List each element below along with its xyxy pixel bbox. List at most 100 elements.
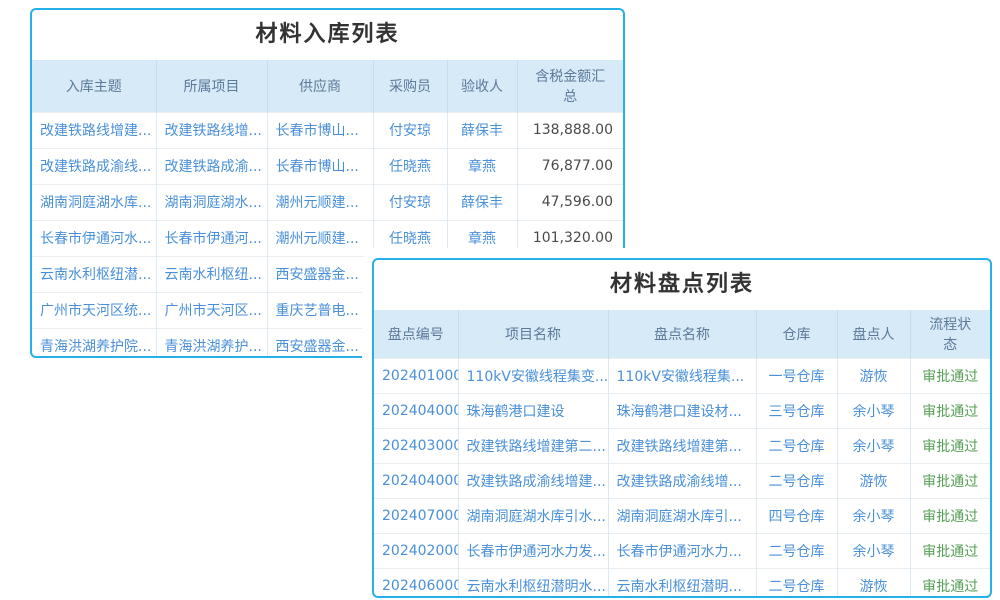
table-cell[interactable]: 审批通过 <box>910 394 990 429</box>
table-row[interactable]: 湖南洞庭湖水库...湖南洞庭湖水...潮州元顺建...付安琼薛保丰47,596.… <box>32 184 623 220</box>
table-cell: 付安琼 <box>373 184 447 220</box>
column-header: 采购员 <box>373 60 447 112</box>
table-cell: 改建铁路成渝线增... <box>608 464 756 499</box>
table-cell: 2024070001 <box>374 499 458 534</box>
table-cell: 广州市天河区... <box>156 292 267 328</box>
table-cell: 改建铁路成渝... <box>156 148 267 184</box>
table-cell: 薛保丰 <box>447 184 517 220</box>
column-header: 盘点编号 <box>374 310 458 359</box>
table-row[interactable]: 2024020005长春市伊通河水力发...长春市伊通河水力...二号仓库余小琴… <box>374 534 990 569</box>
table-cell[interactable]: 审批通过 <box>910 534 990 569</box>
table-cell: 余小琴 <box>837 394 910 429</box>
table-cell: 二号仓库 <box>756 429 837 464</box>
inbound-list-title: 材料入库列表 <box>32 10 623 60</box>
table-cell: 改建铁路线增建第二... <box>458 429 608 464</box>
table-cell: 三号仓库 <box>756 394 837 429</box>
table-cell[interactable]: 审批通过 <box>910 464 990 499</box>
table-row[interactable]: 2024040001改建铁路成渝线增建...改建铁路成渝线增...二号仓库游恢审… <box>374 464 990 499</box>
table-cell: 47,596.00 <box>517 184 623 220</box>
table-cell: 青海洪湖养护... <box>156 328 267 358</box>
table-cell[interactable]: 审批通过 <box>910 499 990 534</box>
table-cell: 2024040001 <box>374 464 458 499</box>
column-header: 仓库 <box>756 310 837 359</box>
table-cell: 改建铁路成渝线增建... <box>458 464 608 499</box>
table-cell: 改建铁路线增建第... <box>608 429 756 464</box>
table-cell: 西安盛器金... <box>267 328 373 358</box>
column-header: 流程状态 <box>910 310 990 359</box>
table-cell: 重庆艺普电... <box>267 292 373 328</box>
table-cell: 2024040003 <box>374 394 458 429</box>
table-cell: 湖南洞庭湖水库引水... <box>458 499 608 534</box>
column-header: 验收人 <box>447 60 517 112</box>
stocktake-table: 盘点编号项目名称盘点名称仓库盘点人流程状态 2024010008110kV安徽线… <box>374 310 990 598</box>
table-row[interactable]: 长春市伊通河水...长春市伊通河...潮州元顺建...任晓燕章燕101,320.… <box>32 220 623 256</box>
table-cell: 珠海鹤港口建设材... <box>608 394 756 429</box>
table-cell: 101,320.00 <box>517 220 623 256</box>
table-cell: 2024030004 <box>374 429 458 464</box>
column-header: 所属项目 <box>156 60 267 112</box>
table-cell: 游恢 <box>837 569 910 599</box>
table-cell: 长春市伊通河... <box>156 220 267 256</box>
table-cell: 一号仓库 <box>756 359 837 394</box>
table-cell: 湖南洞庭湖水... <box>156 184 267 220</box>
column-header: 盘点名称 <box>608 310 756 359</box>
table-cell: 改建铁路线增... <box>156 112 267 148</box>
table-cell: 110kV安徽线程集... <box>608 359 756 394</box>
inbound-header-row: 入库主题所属项目供应商采购员验收人含税金额汇总 <box>32 60 623 112</box>
table-cell: 珠海鹤港口建设 <box>458 394 608 429</box>
table-cell: 广州市天河区统... <box>32 292 156 328</box>
table-cell: 2024060001 <box>374 569 458 599</box>
table-cell[interactable]: 审批通过 <box>910 569 990 599</box>
table-cell: 二号仓库 <box>756 569 837 599</box>
table-cell: 110kV安徽线程集变... <box>458 359 608 394</box>
table-cell: 章燕 <box>447 148 517 184</box>
table-cell: 云南水利枢纽潜明... <box>608 569 756 599</box>
table-cell: 潮州元顺建... <box>267 184 373 220</box>
table-cell: 游恢 <box>837 464 910 499</box>
table-cell: 四号仓库 <box>756 499 837 534</box>
table-row[interactable]: 改建铁路线增建...改建铁路线增...长春市博山...付安琼薛保丰138,888… <box>32 112 623 148</box>
table-row[interactable]: 2024060001云南水利枢纽潜明水...云南水利枢纽潜明...二号仓库游恢审… <box>374 569 990 599</box>
table-cell: 长春市博山... <box>267 112 373 148</box>
column-header: 入库主题 <box>32 60 156 112</box>
table-cell[interactable]: 审批通过 <box>910 429 990 464</box>
table-cell: 任晓燕 <box>373 148 447 184</box>
table-cell: 付安琼 <box>373 112 447 148</box>
table-row[interactable]: 2024030004改建铁路线增建第二...改建铁路线增建第...二号仓库余小琴… <box>374 429 990 464</box>
table-cell: 云南水利枢纽... <box>156 256 267 292</box>
table-cell: 章燕 <box>447 220 517 256</box>
table-cell: 改建铁路成渝线... <box>32 148 156 184</box>
table-cell: 薛保丰 <box>447 112 517 148</box>
table-cell: 余小琴 <box>837 499 910 534</box>
table-row[interactable]: 改建铁路成渝线...改建铁路成渝...长春市博山...任晓燕章燕76,877.0… <box>32 148 623 184</box>
table-cell: 76,877.00 <box>517 148 623 184</box>
stocktake-header-row: 盘点编号项目名称盘点名称仓库盘点人流程状态 <box>374 310 990 359</box>
table-row[interactable]: 2024010008110kV安徽线程集变...110kV安徽线程集...一号仓… <box>374 359 990 394</box>
table-cell: 湖南洞庭湖水库引... <box>608 499 756 534</box>
column-header: 盘点人 <box>837 310 910 359</box>
table-cell: 湖南洞庭湖水库... <box>32 184 156 220</box>
table-cell: 长春市博山... <box>267 148 373 184</box>
table-cell: 云南水利枢纽潜明水... <box>458 569 608 599</box>
stocktake-list-title: 材料盘点列表 <box>374 260 990 310</box>
table-cell[interactable]: 审批通过 <box>910 359 990 394</box>
table-cell: 长春市伊通河水力... <box>608 534 756 569</box>
column-header: 项目名称 <box>458 310 608 359</box>
table-cell: 长春市伊通河水... <box>32 220 156 256</box>
table-cell: 长春市伊通河水力发... <box>458 534 608 569</box>
table-cell: 云南水利枢纽潜... <box>32 256 156 292</box>
table-cell: 2024020005 <box>374 534 458 569</box>
table-cell: 2024010008 <box>374 359 458 394</box>
table-cell: 改建铁路线增建... <box>32 112 156 148</box>
table-cell: 游恢 <box>837 359 910 394</box>
column-header: 供应商 <box>267 60 373 112</box>
table-cell: 潮州元顺建... <box>267 220 373 256</box>
column-header: 含税金额汇总 <box>517 60 623 112</box>
table-cell: 青海洪湖养护院... <box>32 328 156 358</box>
table-cell: 余小琴 <box>837 534 910 569</box>
table-cell: 二号仓库 <box>756 464 837 499</box>
table-row[interactable]: 2024070001湖南洞庭湖水库引水...湖南洞庭湖水库引...四号仓库余小琴… <box>374 499 990 534</box>
table-cell: 138,888.00 <box>517 112 623 148</box>
table-cell: 西安盛器金... <box>267 256 373 292</box>
table-row[interactable]: 2024040003珠海鹤港口建设珠海鹤港口建设材...三号仓库余小琴审批通过 <box>374 394 990 429</box>
